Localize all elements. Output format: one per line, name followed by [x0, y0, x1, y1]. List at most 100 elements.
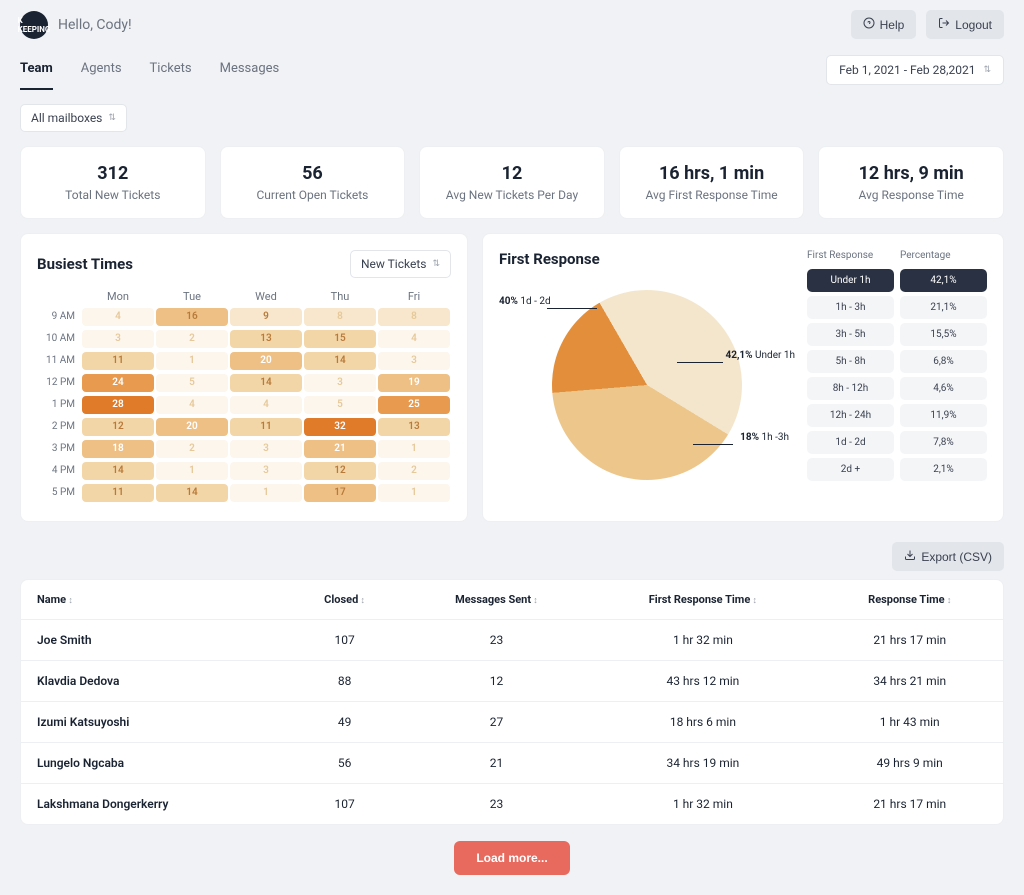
resp-pct-cell[interactable]: 21,1%: [900, 296, 987, 319]
heat-cell[interactable]: 20: [156, 418, 228, 436]
heat-cell[interactable]: 14: [230, 374, 302, 392]
tab-tickets[interactable]: Tickets: [150, 49, 192, 90]
heat-day-header: Thu: [303, 290, 377, 307]
heat-cell[interactable]: 4: [378, 330, 450, 348]
tab-messages[interactable]: Messages: [220, 49, 280, 90]
heat-cell[interactable]: 1: [230, 484, 302, 502]
column-header[interactable]: Messages Sent: [404, 580, 590, 620]
heat-cell[interactable]: 1: [378, 440, 450, 458]
cell-name: Lakshmana Dongerkerry: [21, 784, 286, 824]
date-range-picker[interactable]: Feb 1, 2021 - Feb 28,2021 ⇅: [826, 55, 1004, 85]
heat-cell[interactable]: 18: [82, 440, 154, 458]
resp-pct-cell[interactable]: 4,6%: [900, 377, 987, 400]
heat-cell[interactable]: 8: [304, 308, 376, 326]
table-row[interactable]: Klavdia Dedova881243 hrs 12 min34 hrs 21…: [21, 661, 1003, 702]
table-row[interactable]: Lungelo Ngcaba562134 hrs 19 min49 hrs 9 …: [21, 743, 1003, 784]
column-header: First Response: [807, 250, 894, 265]
mailbox-select-label: All mailboxes: [31, 111, 102, 125]
pie-slice-label: 42,1% Under 1h: [725, 350, 795, 361]
heat-cell[interactable]: 16: [156, 308, 228, 326]
column-header[interactable]: Closed: [286, 580, 404, 620]
stat-card: 56Current Open Tickets: [220, 146, 406, 219]
heat-cell[interactable]: 5: [304, 396, 376, 414]
heat-cell[interactable]: 15: [304, 330, 376, 348]
heat-cell[interactable]: 24: [82, 374, 154, 392]
heat-cell[interactable]: 4: [230, 396, 302, 414]
tabs-row: Team Agents Tickets Messages Feb 1, 2021 - …: [0, 49, 1024, 90]
heat-hour-label: 10 AM: [37, 329, 81, 349]
heat-cell[interactable]: 25: [378, 396, 450, 414]
resp-range-cell[interactable]: 8h - 12h: [807, 377, 894, 400]
column-header[interactable]: First Response Time: [589, 580, 816, 620]
first-response-pie: 40% 1d - 2d 42,1% Under 1h 18% 1h -3h: [499, 280, 795, 490]
sort-icon: [358, 593, 365, 606]
resp-range-cell[interactable]: 5h - 8h: [807, 350, 894, 373]
heat-cell[interactable]: 3: [378, 352, 450, 370]
load-more-button[interactable]: Load more...: [454, 841, 569, 875]
heat-cell[interactable]: 11: [82, 352, 154, 370]
heat-hour-label: 1 PM: [37, 395, 81, 415]
heat-cell[interactable]: 1: [156, 352, 228, 370]
resp-pct-cell[interactable]: 6,8%: [900, 350, 987, 373]
busiest-metric-select[interactable]: New Tickets ⇅: [350, 250, 451, 278]
heat-cell[interactable]: 1: [156, 462, 228, 480]
heat-cell[interactable]: 19: [378, 374, 450, 392]
panel-title: Busiest Times: [37, 255, 133, 273]
stat-value: 56: [231, 163, 395, 184]
download-icon: [904, 549, 916, 564]
heat-cell[interactable]: 2: [156, 330, 228, 348]
heat-cell[interactable]: 9: [230, 308, 302, 326]
resp-range-cell[interactable]: 1h - 3h: [807, 296, 894, 319]
table-row[interactable]: Izumi Katsuyoshi492718 hrs 6 min1 hr 43 …: [21, 702, 1003, 743]
heat-cell[interactable]: 14: [82, 462, 154, 480]
heat-cell[interactable]: 14: [156, 484, 228, 502]
resp-range-cell[interactable]: 2d +: [807, 458, 894, 481]
heat-cell[interactable]: 1: [378, 484, 450, 502]
resp-pct-cell[interactable]: 42,1%: [900, 269, 987, 292]
heat-cell[interactable]: 28: [82, 396, 154, 414]
heat-cell[interactable]: 14: [304, 352, 376, 370]
heat-cell[interactable]: 3: [82, 330, 154, 348]
heat-cell[interactable]: 8: [378, 308, 450, 326]
resp-pct-cell[interactable]: 7,8%: [900, 431, 987, 454]
heat-cell[interactable]: 12: [304, 462, 376, 480]
heat-cell[interactable]: 3: [230, 440, 302, 458]
heat-cell[interactable]: 2: [156, 440, 228, 458]
heat-cell[interactable]: 17: [304, 484, 376, 502]
tab-agents[interactable]: Agents: [81, 49, 122, 90]
heat-cell[interactable]: 4: [82, 308, 154, 326]
export-csv-button[interactable]: Export (CSV): [892, 542, 1004, 571]
resp-pct-cell[interactable]: 11,9%: [900, 404, 987, 427]
mailbox-select[interactable]: All mailboxes ⇅: [20, 104, 127, 132]
help-button[interactable]: Help: [851, 10, 917, 39]
logout-button[interactable]: Logout: [926, 10, 1004, 39]
resp-pct-cell[interactable]: 15,5%: [900, 323, 987, 346]
heat-cell[interactable]: 12: [82, 418, 154, 436]
resp-range-cell[interactable]: 1d - 2d: [807, 431, 894, 454]
stats-row: 312Total New Tickets56Current Open Ticke…: [20, 146, 1004, 219]
heat-cell[interactable]: 21: [304, 440, 376, 458]
resp-range-cell[interactable]: 12h - 24h: [807, 404, 894, 427]
column-header[interactable]: Response Time: [816, 580, 1003, 620]
heat-cell[interactable]: 13: [378, 418, 450, 436]
heat-cell[interactable]: 11: [82, 484, 154, 502]
table-row[interactable]: Joe Smith107231 hr 32 min21 hrs 17 min: [21, 620, 1003, 661]
heat-cell[interactable]: 13: [230, 330, 302, 348]
heat-cell[interactable]: 4: [156, 396, 228, 414]
heat-cell[interactable]: 11: [230, 418, 302, 436]
resp-range-cell[interactable]: Under 1h: [807, 269, 894, 292]
column-header[interactable]: Name: [21, 580, 286, 620]
table-row[interactable]: Lakshmana Dongerkerry107231 hr 32 min21 …: [21, 784, 1003, 824]
stat-value: 312: [31, 163, 195, 184]
heat-cell[interactable]: 3: [304, 374, 376, 392]
tab-team[interactable]: Team: [20, 49, 53, 90]
heat-cell[interactable]: 5: [156, 374, 228, 392]
resp-range-cell[interactable]: 3h - 5h: [807, 323, 894, 346]
busiest-metric-label: New Tickets: [361, 257, 427, 271]
sort-icon: [66, 593, 73, 606]
heat-cell[interactable]: 3: [230, 462, 302, 480]
resp-pct-cell[interactable]: 2,1%: [900, 458, 987, 481]
heat-cell[interactable]: 32: [304, 418, 376, 436]
heat-cell[interactable]: 20: [230, 352, 302, 370]
heat-cell[interactable]: 2: [378, 462, 450, 480]
